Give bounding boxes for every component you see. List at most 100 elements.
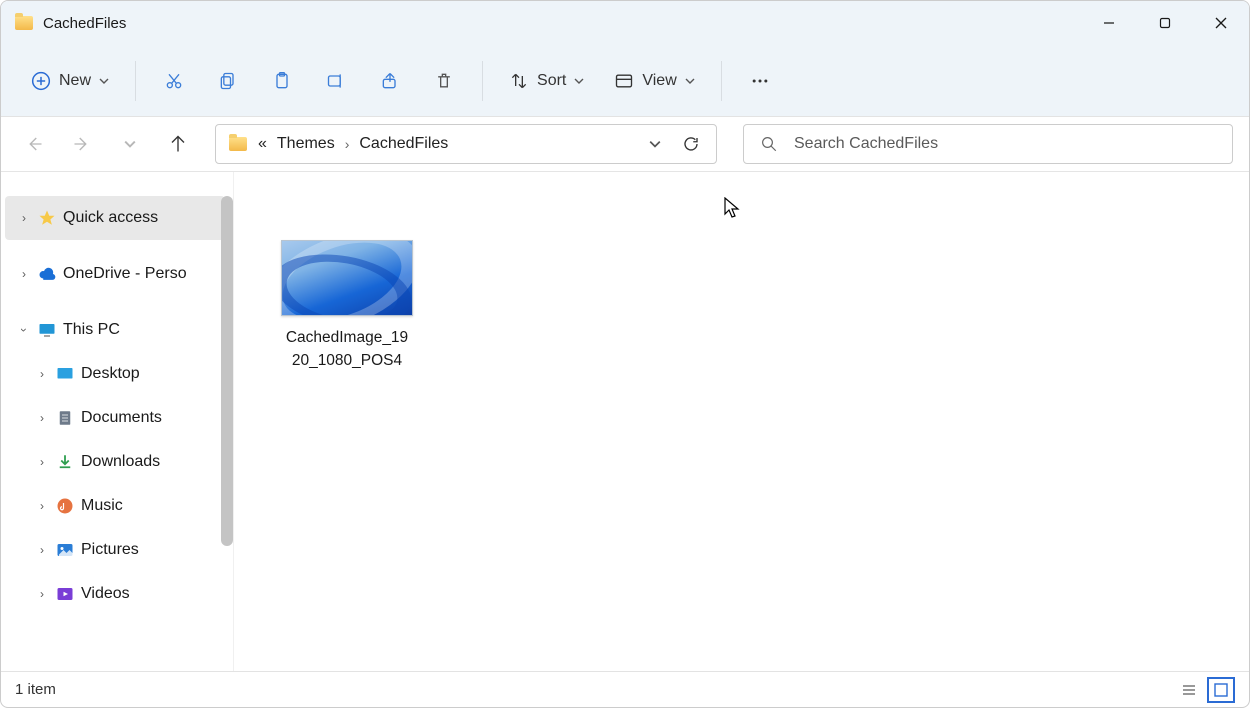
videos-icon (55, 584, 75, 604)
trash-icon (434, 71, 454, 91)
more-button[interactable] (736, 71, 784, 91)
sidebar-item-label: Videos (81, 585, 130, 603)
share-button[interactable] (366, 59, 414, 103)
status-bar: 1 item (1, 671, 1249, 707)
sidebar-item-label: Pictures (81, 541, 139, 559)
chevron-down-icon (124, 138, 136, 150)
share-icon (380, 71, 400, 91)
sidebar-item-documents[interactable]: › Documents (1, 396, 233, 440)
search-input[interactable] (794, 135, 1216, 153)
details-view-button[interactable] (1175, 677, 1203, 703)
toolbar: New Sort View (1, 45, 1249, 117)
list-icon (1181, 682, 1197, 698)
chevron-right-icon[interactable]: › (35, 455, 49, 469)
body: › Quick access › OneDrive - Perso › This… (1, 171, 1249, 671)
sidebar-item-label: Desktop (81, 365, 140, 383)
star-icon (37, 208, 57, 228)
sort-button[interactable]: Sort (497, 59, 596, 103)
sidebar-item-label: This PC (63, 321, 120, 339)
cut-button[interactable] (150, 59, 198, 103)
chevron-down-icon[interactable]: › (17, 323, 31, 337)
sidebar: › Quick access › OneDrive - Perso › This… (1, 172, 233, 671)
rename-icon (326, 71, 346, 91)
sidebar-item-this-pc[interactable]: › This PC (1, 308, 233, 352)
address-bar[interactable]: « Themes › CachedFiles (215, 124, 717, 164)
chevron-right-icon[interactable]: › (35, 411, 49, 425)
chevron-down-icon (649, 138, 661, 150)
new-button[interactable]: New (19, 59, 121, 103)
sidebar-item-label: Documents (81, 409, 162, 427)
refresh-button[interactable] (678, 135, 704, 153)
chevron-right-icon[interactable]: › (35, 499, 49, 513)
refresh-icon (682, 135, 700, 153)
clipboard-icon (272, 71, 292, 91)
minimize-button[interactable] (1081, 1, 1137, 45)
breadcrumb-item[interactable]: Themes (277, 135, 335, 153)
search-box[interactable] (743, 124, 1233, 164)
sidebar-item-label: OneDrive - Perso (63, 265, 187, 283)
file-pane[interactable]: CachedImage_19 20_1080_POS4 (233, 172, 1249, 671)
sidebar-scrollbar[interactable] (221, 196, 233, 546)
view-button[interactable]: View (602, 59, 706, 103)
file-name-line: 20_1080_POS4 (262, 349, 432, 372)
chevron-down-icon (99, 76, 109, 86)
up-button[interactable] (161, 126, 195, 162)
chevron-right-icon[interactable]: › (35, 587, 49, 601)
monitor-icon (37, 320, 57, 340)
sidebar-item-label: Quick access (63, 209, 158, 227)
sidebar-item-label: Downloads (81, 453, 160, 471)
pictures-icon (55, 540, 75, 560)
breadcrumb-item[interactable]: CachedFiles (359, 135, 448, 153)
sidebar-item-videos[interactable]: › Videos (1, 572, 233, 616)
sidebar-item-pictures[interactable]: › Pictures (1, 528, 233, 572)
view-icon (614, 71, 634, 91)
sidebar-item-quick-access[interactable]: › Quick access (5, 196, 225, 240)
explorer-window: CachedFiles New Sort View (0, 0, 1250, 708)
sidebar-item-label: Music (81, 497, 123, 515)
chevron-right-icon[interactable]: › (35, 543, 49, 557)
music-icon (55, 496, 75, 516)
sidebar-item-downloads[interactable]: › Downloads (1, 440, 233, 484)
sort-button-label: Sort (537, 72, 566, 90)
copy-icon (218, 71, 238, 91)
forward-button[interactable] (65, 126, 99, 162)
file-item[interactable]: CachedImage_19 20_1080_POS4 (262, 240, 432, 373)
breadcrumb-overflow[interactable]: « (258, 135, 267, 153)
chevron-right-icon[interactable]: › (35, 367, 49, 381)
paste-button[interactable] (258, 59, 306, 103)
toolbar-separator (482, 61, 483, 101)
chevron-right-icon[interactable]: › (17, 267, 31, 281)
sidebar-item-music[interactable]: › Music (1, 484, 233, 528)
maximize-button[interactable] (1137, 1, 1193, 45)
new-button-label: New (59, 72, 91, 90)
sidebar-item-desktop[interactable]: › Desktop (1, 352, 233, 396)
view-button-label: View (642, 72, 676, 90)
sidebar-item-onedrive[interactable]: › OneDrive - Perso (1, 252, 233, 296)
folder-icon (15, 16, 33, 30)
rename-button[interactable] (312, 59, 360, 103)
window-controls (1081, 1, 1249, 45)
desktop-icon (55, 364, 75, 384)
copy-button[interactable] (204, 59, 252, 103)
delete-button[interactable] (420, 59, 468, 103)
chevron-down-icon (685, 76, 695, 86)
toolbar-separator (721, 61, 722, 101)
item-count: 1 item (15, 681, 56, 698)
cloud-icon (37, 264, 57, 284)
view-toggle (1175, 677, 1235, 703)
search-icon (760, 135, 778, 153)
chevron-right-icon[interactable]: › (345, 136, 350, 152)
file-name-line: CachedImage_19 (262, 326, 432, 349)
address-history-button[interactable] (642, 138, 668, 150)
chevron-right-icon[interactable]: › (17, 211, 31, 225)
toolbar-separator (135, 61, 136, 101)
chevron-down-icon (574, 76, 584, 86)
titlebar: CachedFiles (1, 1, 1249, 45)
close-button[interactable] (1193, 1, 1249, 45)
recent-locations-button[interactable] (113, 126, 147, 162)
grid-icon (1213, 682, 1229, 698)
icons-view-button[interactable] (1207, 677, 1235, 703)
plus-circle-icon (31, 71, 51, 91)
back-button[interactable] (17, 126, 51, 162)
documents-icon (55, 408, 75, 428)
